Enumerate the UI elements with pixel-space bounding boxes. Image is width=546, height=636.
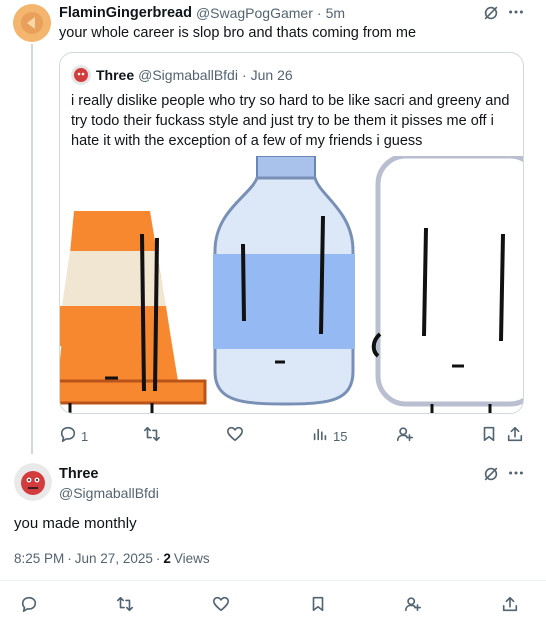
repost-button[interactable] — [116, 595, 134, 618]
grok-icon[interactable] — [482, 4, 500, 22]
bookmark-button[interactable] — [309, 595, 327, 618]
like-button[interactable] — [226, 425, 244, 448]
bookmark-icon — [480, 425, 498, 448]
bookmark-icon — [309, 595, 327, 618]
repost-icon — [116, 595, 134, 618]
views-count: 15 — [333, 429, 348, 444]
gingerbread-avatar-icon — [13, 4, 51, 42]
grok-button[interactable] — [396, 425, 414, 448]
author-handle[interactable]: @SigmaballBfdi — [59, 485, 159, 501]
analytics-icon — [311, 425, 329, 448]
more-icon[interactable] — [507, 464, 525, 482]
heart-icon — [226, 425, 244, 448]
post-date[interactable]: Jun 27, 2025 — [75, 551, 153, 566]
views-label: Views — [173, 551, 210, 566]
share-icon — [506, 425, 524, 448]
share-button[interactable] — [506, 425, 524, 448]
reply-button[interactable] — [20, 595, 38, 618]
repost-icon — [143, 425, 161, 448]
quoted-post[interactable]: Three @SigmaballBfdi · Jun 26 i really d… — [59, 52, 524, 414]
post-metadata: 8:25 PM · Jun 27, 2025 · 2 Views — [14, 551, 210, 566]
author-handle[interactable]: @SwagPogGamer — [196, 5, 313, 21]
like-button[interactable] — [212, 595, 230, 618]
bookmark-button[interactable] — [480, 425, 498, 448]
white-box-character — [371, 153, 523, 413]
reply-icon — [20, 595, 38, 618]
red-character-avatar-icon — [14, 463, 52, 501]
share-button[interactable] — [501, 595, 519, 618]
share-icon — [501, 595, 519, 618]
quoted-post-image[interactable] — [60, 153, 523, 413]
grok-actions-icon — [404, 595, 422, 618]
avatar[interactable] — [14, 463, 52, 501]
avatar — [71, 65, 91, 85]
separator-dot: · — [67, 551, 72, 566]
post-text: you made monthly — [14, 515, 137, 532]
reply-icon — [59, 425, 77, 448]
quoted-post-text: i really dislike people who try so hard … — [71, 93, 510, 149]
post-text: your whole career is slop bro and thats … — [59, 25, 417, 41]
red-character-avatar-icon — [71, 65, 91, 85]
author-name[interactable]: Three — [59, 466, 99, 482]
heart-icon — [212, 595, 230, 618]
grok-actions-icon — [396, 425, 414, 448]
reply-count: 1 — [81, 429, 89, 444]
water-bottle-character — [213, 155, 355, 406]
post-time[interactable]: 5m — [326, 5, 345, 21]
reply-button[interactable]: 1 — [59, 425, 88, 448]
views-count: 2 — [163, 551, 171, 566]
avatar[interactable] — [13, 4, 51, 42]
grok-button[interactable] — [404, 595, 422, 618]
characters-illustration — [60, 153, 523, 413]
divider — [0, 580, 546, 581]
quoted-author-handle: @SigmaballBfdi — [138, 67, 238, 83]
grok-icon[interactable] — [482, 465, 500, 483]
quoted-author-name: Three — [96, 67, 135, 83]
repost-button[interactable] — [143, 425, 161, 448]
thread-line — [31, 44, 33, 454]
post-time[interactable]: 8:25 PM — [14, 551, 64, 566]
quoted-post-date: Jun 26 — [250, 67, 293, 83]
views-button[interactable]: 15 — [311, 425, 347, 448]
separator-dot: · — [316, 5, 322, 21]
separator-dot: · — [155, 551, 161, 566]
author-name[interactable]: FlaminGingerbread — [59, 5, 192, 21]
cone-character — [60, 211, 207, 413]
more-icon[interactable] — [507, 3, 525, 21]
separator-dot: · — [241, 67, 247, 83]
